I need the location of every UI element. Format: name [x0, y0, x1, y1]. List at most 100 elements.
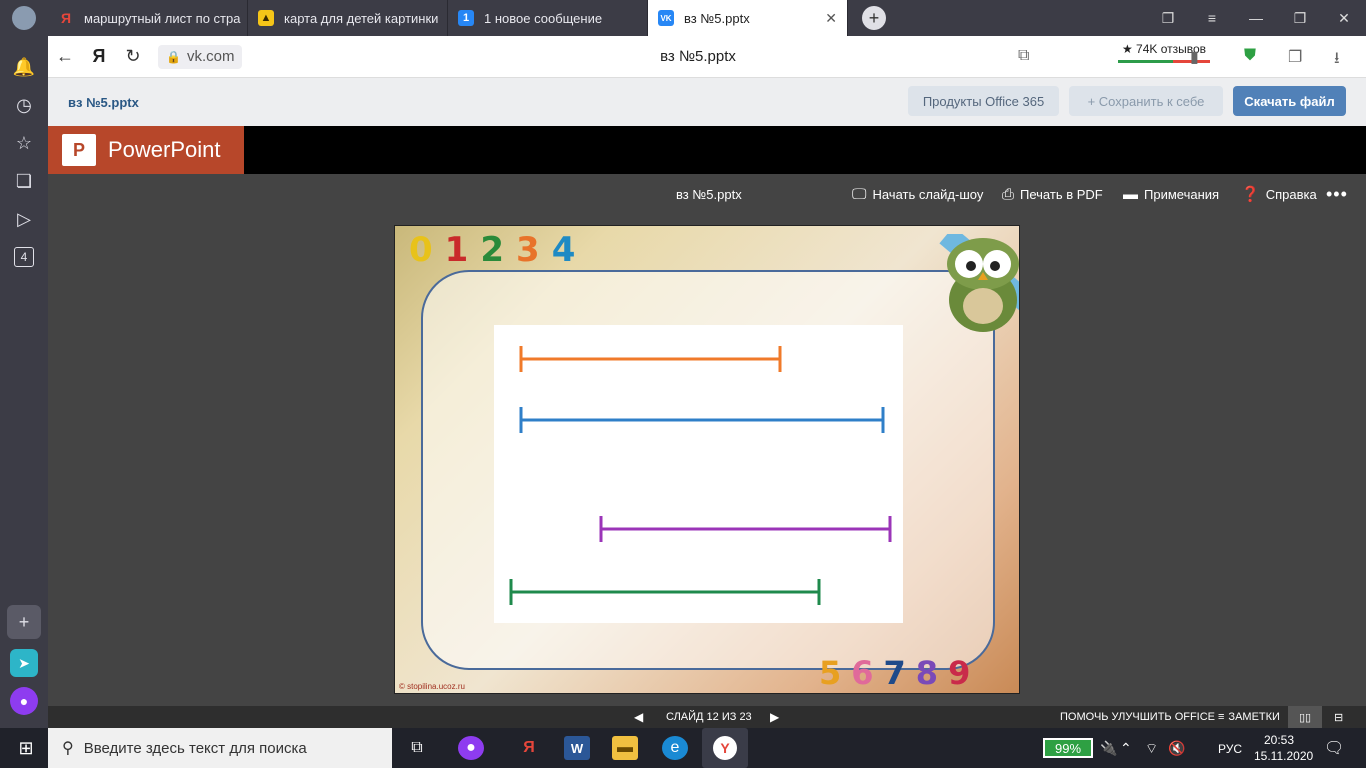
notes-toggle-button[interactable]: ≡ ЗАМЕТКИ	[1218, 711, 1280, 723]
browser-sidebar: 🔔 ◷ ☆ ❏ ▷ 4 + ➤ ●	[0, 36, 48, 728]
slide-canvas: 0 1 2 3 4 5 6 7 8 9 © stopilina.ucoz.ru	[394, 225, 1020, 694]
slideshow-icon: 🖵	[852, 185, 867, 203]
url-field[interactable]: 🔒 vk.com	[158, 44, 243, 69]
alice-icon[interactable]: ●	[458, 736, 484, 760]
protect-shield-icon[interactable]: ⛊	[1244, 47, 1256, 65]
tab-title: карта для детей картинки	[284, 10, 439, 26]
task-view-icon[interactable]: ⧉	[404, 736, 430, 760]
tab-title: 1 новое сообщение	[484, 10, 603, 26]
digit-7: 7	[883, 654, 906, 692]
yandex-icon: Я	[60, 10, 72, 26]
line-segment-1	[519, 346, 782, 372]
add-panel-icon[interactable]: +	[7, 605, 41, 639]
notifications-icon[interactable]: 🔔	[10, 53, 38, 81]
history-icon[interactable]: ◷	[10, 91, 38, 119]
notes-lines-icon: ≡	[1218, 711, 1225, 723]
notes-label: Примечания	[1144, 186, 1220, 202]
tab-title: вз №5.pptx	[684, 10, 750, 26]
download-file-button[interactable]: Скачать файл	[1233, 86, 1346, 116]
yandex-home-icon[interactable]: Я	[82, 46, 116, 67]
taskbar-search[interactable]: ⚲ Введите здесь текст для поиска	[48, 728, 392, 768]
minimize-icon[interactable]: —	[1234, 10, 1278, 26]
close-tab-icon[interactable]: ✕	[825, 10, 837, 27]
word-icon[interactable]: W	[564, 736, 590, 760]
notes-toggle-label: ЗАМЕТКИ	[1228, 711, 1280, 723]
reader-icon[interactable]: ❐	[1288, 47, 1302, 67]
video-play-icon[interactable]: ▷	[10, 205, 38, 233]
language-indicator[interactable]: РУС	[1218, 742, 1242, 756]
doc-filename: вз №5.pptx	[68, 94, 139, 110]
counter-badge-icon[interactable]: 4	[10, 243, 38, 271]
page-title: вз №5.pptx	[660, 48, 736, 65]
yandex-active-taskbar-item[interactable]: Y	[702, 728, 748, 768]
file-explorer-icon[interactable]: ▬	[612, 736, 638, 760]
digit-9: 9	[948, 654, 971, 692]
vk-icon: VK	[658, 10, 674, 26]
notification-center-icon[interactable]: 🗨	[1324, 738, 1344, 758]
lock-icon: 🔒	[166, 49, 181, 64]
tab-vz5-pptx[interactable]: VK вз №5.pptx ✕	[648, 0, 848, 36]
line-segments-drawing	[509, 346, 892, 605]
windows-taskbar: ⊞ ⚲ Введите здесь текст для поиска ⧉ ● Я…	[0, 728, 1366, 768]
network-icon[interactable]: ⌔	[1145, 740, 1158, 758]
print-pdf-button[interactable]: ⎙ Печать в PDF	[1002, 186, 1103, 203]
yandex-browser-taskbar-icon[interactable]: Я	[516, 736, 542, 760]
reading-view-icon[interactable]: ▯▯	[1288, 706, 1322, 728]
new-tab-button[interactable]: +	[862, 6, 886, 30]
tab-manager-icon[interactable]: ❐	[1146, 10, 1190, 27]
power-plug-icon: 🔌	[1100, 740, 1118, 756]
tab-route-sheet[interactable]: Я маршрутный лист по стра	[48, 0, 248, 36]
bookmark-icon[interactable]: ▮	[1190, 47, 1199, 67]
start-slideshow-button[interactable]: 🖵 Начать слайд-шоу	[852, 186, 983, 203]
download-icon[interactable]: ⭳	[1334, 47, 1340, 74]
digit-8: 8	[915, 654, 939, 692]
address-bar: ← Я ↻ 🔒 vk.com вз №5.pptx ⧉ ★ 74K отзыво…	[48, 36, 1366, 78]
reload-icon[interactable]: ↻	[116, 46, 150, 67]
menu-icon[interactable]: ≡	[1190, 10, 1234, 26]
clock-time[interactable]: 20:53	[1264, 733, 1294, 747]
slideshow-label: Начать слайд-шоу	[872, 186, 984, 202]
line-segment-3	[599, 516, 892, 542]
close-window-icon[interactable]: ✕	[1322, 10, 1366, 27]
volume-muted-icon[interactable]: 🔇	[1168, 740, 1185, 757]
viewer-status-bar: ◀ СЛАЙД 12 ИЗ 23 ▶ ПОМОЧЬ УЛУЧШИТЬ OFFIC…	[48, 706, 1366, 728]
more-options-icon[interactable]: •••	[1326, 184, 1348, 205]
battery-indicator[interactable]: 99%	[1043, 738, 1093, 758]
doc-title: вз №5.pptx	[676, 186, 742, 202]
next-slide-icon[interactable]: ▶	[770, 710, 779, 724]
bottom-digit-characters: 5 6 7 8 9	[819, 654, 970, 692]
comment-icon: ▬	[1123, 185, 1138, 203]
printer-icon: ⎙	[1002, 185, 1015, 203]
collections-icon[interactable]: ❏	[10, 167, 38, 195]
bookmarks-star-icon[interactable]: ☆	[10, 129, 38, 157]
back-arrow-icon[interactable]: ←	[48, 46, 82, 67]
save-to-self-button[interactable]: + Сохранить к себе	[1069, 86, 1223, 116]
edge-icon[interactable]: e	[662, 736, 688, 760]
browser-tab-bar: Я маршрутный лист по стра ▲ карта для де…	[0, 0, 1366, 36]
tray-expand-icon[interactable]: ⌃	[1120, 740, 1132, 757]
alice-assistant-icon[interactable]: ●	[10, 687, 38, 715]
search-placeholder: Введите здесь текст для поиска	[83, 739, 307, 757]
messenger-icon[interactable]: ➤	[10, 649, 38, 677]
prev-slide-icon[interactable]: ◀	[634, 710, 643, 724]
restore-icon[interactable]: ❐	[1278, 10, 1322, 27]
notes-button[interactable]: ▬ Примечания	[1123, 186, 1219, 203]
powerpoint-logo: P PowerPoint	[48, 126, 244, 174]
windows-start-icon[interactable]: ⊞	[12, 736, 40, 760]
tab-kids-map[interactable]: ▲ карта для детей картинки	[248, 0, 448, 36]
window-controls: ❐ ≡ — ❐ ✕	[1146, 0, 1366, 36]
images-icon: ▲	[258, 10, 274, 26]
help-button[interactable]: ❓ Справка	[1241, 185, 1317, 203]
badge-count: 4	[14, 247, 34, 267]
digit-5: 5	[819, 654, 842, 692]
line-segment-4	[509, 579, 821, 605]
slideshow-view-icon[interactable]: ⊟	[1334, 711, 1343, 724]
profile-avatar[interactable]	[0, 0, 48, 36]
slide-watermark: © stopilina.ucoz.ru	[399, 682, 465, 691]
improve-office-link[interactable]: ПОМОЧЬ УЛУЧШИТЬ OFFICE	[1060, 711, 1215, 723]
copy-link-icon[interactable]: ⧉	[1018, 47, 1029, 65]
clock-date[interactable]: 15.11.2020	[1254, 749, 1313, 763]
tab-title: маршрутный лист по стра	[84, 10, 241, 26]
tab-new-message[interactable]: 1 1 новое сообщение	[448, 0, 648, 36]
office-products-button[interactable]: Продукты Office 365	[908, 86, 1059, 116]
